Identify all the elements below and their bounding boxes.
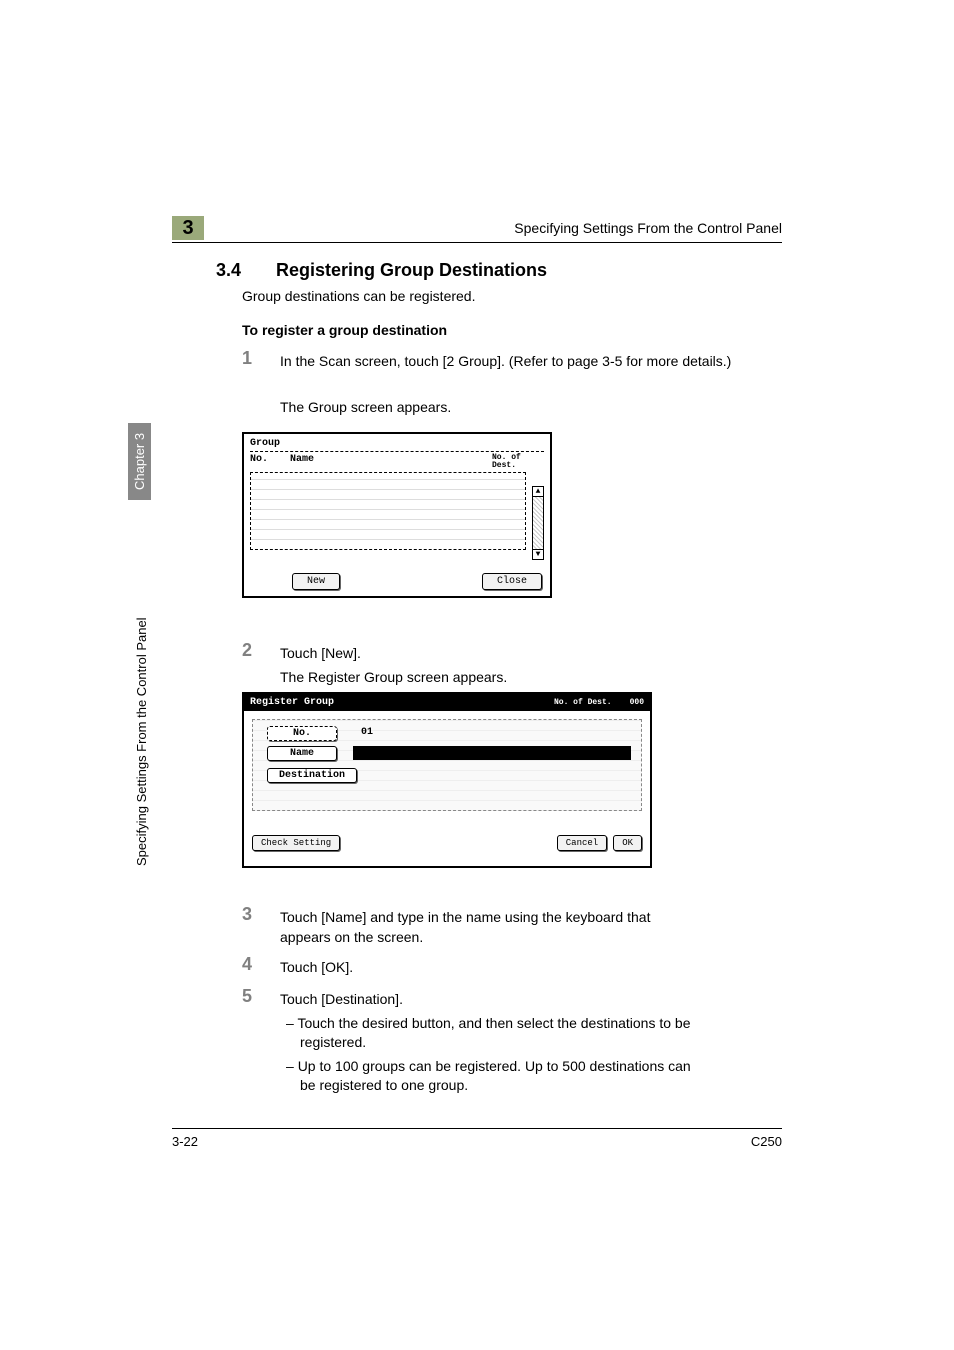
step4-text: Touch [OK]. [280,958,353,978]
header-rule [172,242,782,243]
register-body: No. 01 Name Destination Check Setting Ca… [244,711,650,857]
step5-text: Touch [Destination]. – Touch the desired… [280,990,710,1096]
no-field: No. [267,726,337,741]
check-setting-button[interactable]: Check Setting [252,835,340,851]
footer-page: 3-22 [172,1134,198,1149]
register-titlebar: Register Group No. of Dest. 000 [244,694,650,711]
register-title: Register Group [250,697,334,708]
name-value [353,746,631,760]
chapter-marker: 3 [172,216,204,240]
step2-text: Touch [New]. [280,644,361,664]
name-button[interactable]: Name [267,746,337,761]
dest-count-label: No. of Dest. [554,698,612,707]
divider [250,451,544,452]
step3-text: Touch [Name] and type in the name using … [280,908,700,947]
footer-rule [172,1128,782,1129]
step1-after: The Group screen appears. [280,398,451,418]
scroll-down-icon[interactable]: ▼ [533,549,543,559]
register-group-screen: Register Group No. of Dest. 000 No. 01 N… [242,692,652,868]
group-list [250,472,526,550]
step2-after: The Register Group screen appears. [280,668,507,688]
scrollbar[interactable]: ▲ ▼ [532,486,544,560]
step4-number: 4 [242,954,252,975]
scroll-up-icon[interactable]: ▲ [533,487,543,497]
col-dest: No. of Dest. [492,454,544,470]
register-fields: No. 01 Name Destination [252,719,642,811]
no-value: 01 [353,726,381,739]
step3-number: 3 [242,904,252,925]
group-columns: No. Name No. of Dest. [244,454,550,470]
group-screen-title: Group [244,434,550,449]
step5-main: Touch [Destination]. [280,991,403,1007]
close-button[interactable]: Close [482,573,542,590]
step5-number: 5 [242,986,252,1007]
col-no: No. [250,454,290,470]
group-button-row: New Close [244,573,550,590]
footer-model: C250 [751,1134,782,1149]
sidebar-title: Specifying Settings From the Control Pan… [134,617,149,866]
group-screen: Group No. Name No. of Dest. ▲ ▼ New Clos… [242,432,552,598]
sidebar-chapter: Chapter 3 [128,423,151,500]
step1-number: 1 [242,348,252,369]
step2-number: 2 [242,640,252,661]
new-button[interactable]: New [292,573,340,590]
ok-button[interactable]: OK [613,835,642,851]
running-header: Specifying Settings From the Control Pan… [514,220,782,236]
section-intro: Group destinations can be registered. [242,288,475,304]
section-number: 3.4 [216,260,241,281]
col-name: Name [290,454,492,470]
page: 3 Specifying Settings From the Control P… [0,0,954,1350]
destination-button[interactable]: Destination [267,768,357,783]
step1-text: In the Scan screen, touch [2 Group]. (Re… [280,352,731,372]
cancel-button[interactable]: Cancel [557,835,607,851]
subsection-title: To register a group destination [242,322,447,338]
step5-bullet2: – Up to 100 groups can be registered. Up… [300,1057,710,1096]
section-title: Registering Group Destinations [276,260,547,281]
dest-count-value: 000 [630,698,644,707]
register-button-row: Check Setting Cancel OK [252,835,642,851]
step5-bullet1: – Touch the desired button, and then sel… [300,1014,710,1053]
